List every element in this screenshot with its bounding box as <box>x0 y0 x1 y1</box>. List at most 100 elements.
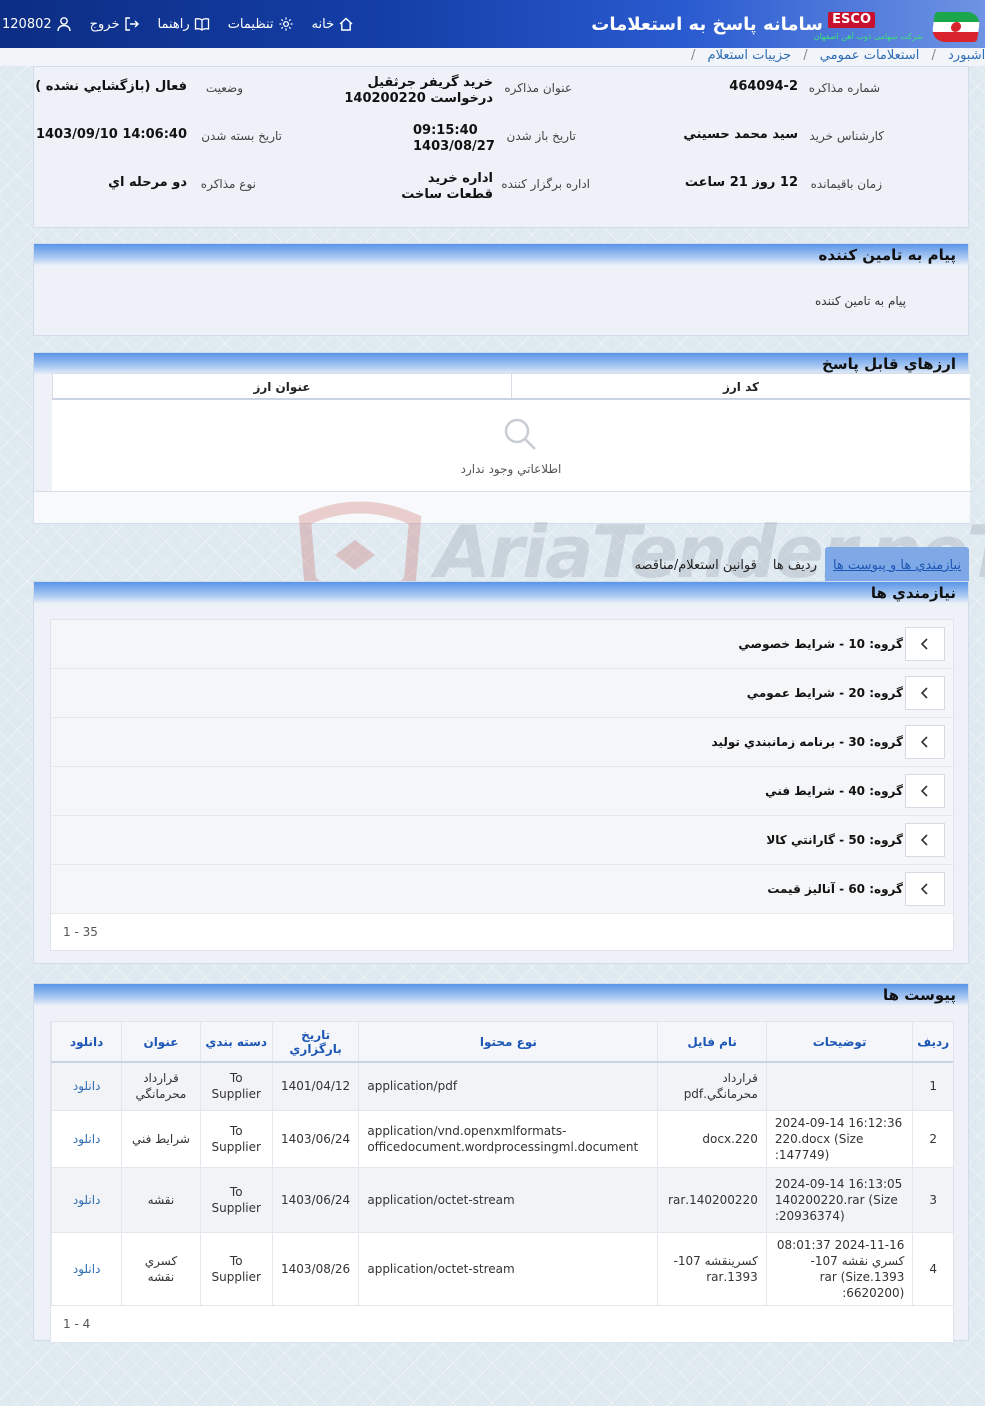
cell-row: 3 <box>912 1167 953 1233</box>
home-label: خانه <box>311 16 335 32</box>
group-title: گروه: 20 - شرايط عمومي <box>746 686 903 700</box>
cell-row: 2 <box>912 1110 953 1168</box>
list-item[interactable]: گروه: 10 - شرايط خصوصي <box>51 620 953 669</box>
group-title: گروه: 40 - شرايط فني <box>765 784 903 798</box>
pager-info: 1 - 35 <box>51 914 953 950</box>
chevron-left-icon <box>920 834 928 846</box>
column-header-title[interactable]: عنوان <box>121 1022 201 1063</box>
download-link[interactable]: دانلود <box>73 1193 101 1207</box>
brand-subtitle: شرکت سهامی ذوب آهن اصفهان <box>813 32 923 41</box>
settings-label: تنظیمات <box>227 16 274 32</box>
negotiation-info-panel: شماره مذاکره 464094-2 عنوان مذاکره خريد … <box>33 66 969 228</box>
home-icon <box>339 17 353 31</box>
logout-label: خروج <box>89 16 120 32</box>
logout-link[interactable]: خروج <box>90 16 140 32</box>
cell-title: نقشه <box>121 1167 201 1233</box>
download-link[interactable]: دانلود <box>73 1132 101 1146</box>
status-value: فعال (بازگشايي نشده ) <box>35 79 187 94</box>
expand-button[interactable] <box>905 725 945 759</box>
breadcrumb-separator: / <box>803 48 808 63</box>
cell-category: To Supplier <box>199 1167 273 1233</box>
table-footer <box>34 491 970 523</box>
status-label: وضعيت <box>205 81 243 95</box>
number-label: شماره مذاکره <box>808 81 880 95</box>
column-header-download[interactable]: دانلود <box>50 1022 122 1063</box>
settings-link[interactable]: تنظیمات <box>228 16 294 32</box>
column-header-code[interactable]: کد ارز <box>511 374 970 398</box>
panel-title: نيازمندي ها <box>870 584 956 602</box>
cell-content-type: application/octet-stream <box>358 1167 658 1233</box>
guide-label: راهنما <box>157 16 190 32</box>
table-header: رديف توضيحات نام فايل نوع محتوا تاريخ با… <box>50 1022 953 1063</box>
cell-content-type: application/vnd.openxmlformats-officedoc… <box>358 1110 658 1168</box>
column-header-category[interactable]: دسته بندي <box>199 1022 273 1063</box>
remaining-value: 12 روز 21 ساعت <box>684 175 798 190</box>
expand-button[interactable] <box>905 676 945 710</box>
column-header-upload-date[interactable]: تاريخ بارگزاري <box>271 1022 359 1063</box>
chevron-left-icon <box>920 736 928 748</box>
cell-upload-date: 1403/08/26 <box>271 1232 359 1306</box>
expand-button[interactable] <box>905 627 945 661</box>
column-header-row[interactable]: رديف <box>912 1022 953 1063</box>
list-item[interactable]: گروه: 30 - برنامه زمانبندي توليد <box>51 718 953 767</box>
tab-needs-attachments[interactable]: نيازمندي ها و پيوست ها <box>824 547 969 581</box>
currencies-panel: ارزهاي قابل پاسخ کد ارز عنوان ارز اطلاعا… <box>33 352 970 524</box>
breadcrumb-dashboard[interactable]: داشبورد <box>948 48 985 63</box>
breadcrumb-details[interactable]: جزييات استعلام <box>708 48 792 63</box>
download-link[interactable]: دانلود <box>73 1262 101 1276</box>
empty-text: اطلاعاتي وجود ندارد <box>460 462 562 476</box>
close-date-label: تاريخ بسته شدن <box>201 129 282 143</box>
cell-category: To Supplier <box>199 1110 273 1168</box>
column-header-description[interactable]: توضيحات <box>765 1022 913 1063</box>
needs-panel: نيازمندي ها گروه: 10 - شرايط خصوصي گروه:… <box>33 581 969 964</box>
empty-state: اطلاعاتي وجود ندارد <box>52 400 970 492</box>
table-row: 1 قرارداد محرمانگي.pdf application/pdf 1… <box>50 1062 953 1111</box>
cell-description: 2024-11-16 08:01:37 کسري نقشه 107-1393.r… <box>765 1232 913 1306</box>
list-item[interactable]: گروه: 20 - شرايط عمومي <box>51 669 953 718</box>
close-date-value: 1403/09/10 14:06:40 <box>35 127 187 142</box>
cell-title: قرارداد محرمانگي <box>121 1062 201 1111</box>
guide-link[interactable]: راهنما <box>158 16 210 32</box>
office-value: اداره خريد قطعات ساخت <box>401 171 493 202</box>
panel-title: ارزهاي قابل پاسخ <box>822 355 956 373</box>
esco-logo: ESCO <box>828 12 875 28</box>
list-item[interactable]: گروه: 40 - شرايط فني <box>51 767 953 816</box>
group-title: گروه: 30 - برنامه زمانبندي توليد <box>711 735 904 749</box>
breadcrumb-general[interactable]: استعلامات عمومي <box>820 48 920 63</box>
cell-description: 2024-09-14 16:13:05 140200220.rar (Size … <box>765 1167 913 1233</box>
expand-button[interactable] <box>905 872 945 906</box>
cell-upload-date: 1401/04/12 <box>271 1062 359 1111</box>
breadcrumb: داشبورد / استعلامات عمومي / جزييات استعل… <box>0 48 985 66</box>
cell-title: شرايط فني <box>121 1110 201 1168</box>
expand-button[interactable] <box>905 774 945 808</box>
list-item[interactable]: گروه: 60 - آناليز قيمت <box>51 865 953 914</box>
cell-category: To Supplier <box>199 1232 273 1306</box>
book-icon <box>194 18 209 31</box>
table-row: 2 2024-09-14 16:12:36 220.docx (Size :14… <box>50 1110 953 1168</box>
detail-tabs: نيازمندي ها و پيوست ها رديف ها قوانين اس… <box>627 543 969 581</box>
column-header-content-type[interactable]: نوع محتوا <box>358 1022 658 1063</box>
flag-icon <box>930 12 982 42</box>
cell-filename: 220.docx <box>657 1110 767 1168</box>
expand-button[interactable] <box>905 823 945 857</box>
panel-title: پيوست ها <box>882 986 956 1004</box>
chevron-left-icon <box>920 687 928 699</box>
column-header-title[interactable]: عنوان ارز <box>52 374 511 398</box>
user-icon[interactable] <box>56 16 72 32</box>
expert-value: سيد محمد حسيني <box>683 127 798 142</box>
panel-title: پيام به تامين کننده <box>818 246 956 264</box>
tab-rules[interactable]: قوانين استعلام/مناقصه <box>627 547 765 581</box>
tab-rows[interactable]: رديف ها <box>765 547 825 581</box>
column-header-filename[interactable]: نام فايل <box>657 1022 767 1063</box>
open-date-label: تاريخ باز شدن <box>506 129 576 143</box>
home-link[interactable]: خانه <box>312 16 355 32</box>
cell-title: کسري نقشه <box>121 1232 201 1306</box>
supplier-message-text: پيام به تامين کننده <box>815 294 906 308</box>
download-link[interactable]: دانلود <box>73 1079 101 1093</box>
list-item[interactable]: گروه: 50 - گارانتي کالا <box>51 816 953 865</box>
office-label: اداره برگزار کننده <box>501 177 590 191</box>
cell-content-type: application/octet-stream <box>358 1232 658 1306</box>
open-date-value: 09:15:40 1403/08/27 <box>413 123 495 154</box>
cell-filename: کسرينقشه 107-1393.rar <box>657 1232 767 1306</box>
attachments-panel: پيوست ها رديف توضيحات نام فايل نوع محتوا… <box>33 983 969 1343</box>
